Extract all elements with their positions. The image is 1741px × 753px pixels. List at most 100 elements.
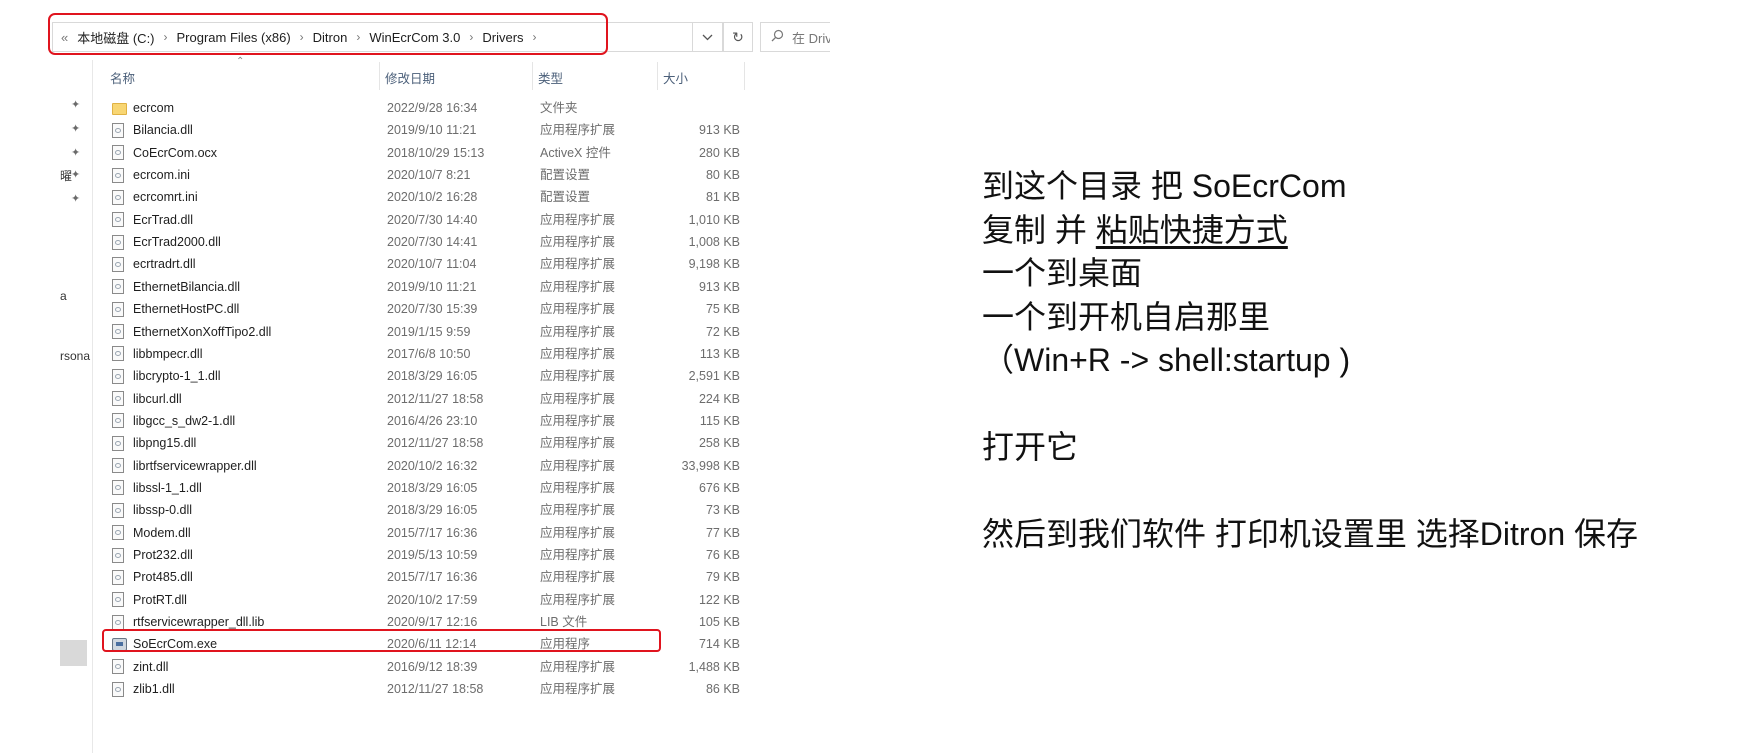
dll-icon — [112, 276, 128, 298]
folder-icon — [112, 97, 128, 119]
file-date: 2012/11/27 18:58 — [387, 682, 484, 697]
column-divider[interactable] — [744, 62, 745, 90]
file-row[interactable]: libgcc_s_dw2-1.dll 2016/4/26 23:10 应用程序扩展 1… — [0, 410, 740, 432]
instruction-line: 一个到开机自启那里 — [982, 298, 1271, 335]
file-type: 应用程序扩展 — [540, 503, 616, 518]
file-row[interactable]: EthernetBilancia.dll 2019/9/10 11:21 应用程序扩… — [0, 276, 740, 298]
file-name: Prot485.dll — [133, 570, 193, 585]
ini-icon — [112, 164, 128, 186]
file-row[interactable]: libpng15.dll 2012/11/27 18:58 应用程序扩展 258 KB — [0, 432, 740, 454]
file-date: 2018/10/29 15:13 — [387, 145, 485, 160]
file-name: zlib1.dll — [133, 682, 175, 697]
file-date: 2019/1/15 9:59 — [387, 324, 471, 339]
file-row[interactable]: zlib1.dll 2012/11/27 18:58 应用程序扩展 86 KB — [0, 678, 740, 700]
file-type: 配置设置 — [540, 168, 591, 183]
dll-icon — [112, 343, 128, 365]
file-row[interactable]: EthernetXonXoffTipo2.dll 2019/1/15 9:59 应用… — [0, 321, 740, 343]
file-type: 应用程序扩展 — [540, 525, 616, 540]
file-row[interactable]: EcrTrad2000.dll 2020/7/30 14:41 应用程序扩展 1,00… — [0, 231, 740, 253]
file-type: 应用程序扩展 — [540, 257, 616, 272]
dll-icon — [112, 298, 128, 320]
file-name: libbmpecr.dll — [133, 346, 203, 361]
dll-icon — [112, 522, 128, 544]
file-row[interactable]: libssp-0.dll 2018/3/29 16:05 应用程序扩展 73 KB — [0, 499, 740, 521]
file-type: 应用程序扩展 — [540, 659, 616, 674]
file-date: 2019/5/13 10:59 — [387, 548, 478, 562]
file-name: librtfservicewrapper.dll — [133, 458, 257, 473]
file-row[interactable]: ecrcom.ini 2020/10/7 8:21 配置设置 80 KB — [0, 164, 740, 186]
file-name: EthernetXonXoffTipo2.dll — [133, 324, 272, 339]
column-header-type[interactable]: 类型 — [538, 66, 563, 88]
file-name: Modem.dll — [133, 525, 191, 540]
file-size: 77 KB — [705, 525, 740, 540]
file-type: ActiveX 控件 — [540, 145, 611, 160]
file-name: ProtRT.dll — [133, 592, 187, 607]
file-size: 1,008 KB — [688, 235, 740, 250]
file-size: 122 KB — [698, 592, 740, 607]
file-date: 2020/10/7 11:04 — [387, 257, 477, 272]
column-header-date[interactable]: 修改日期 — [385, 66, 435, 88]
dll-icon — [112, 477, 128, 499]
file-row[interactable]: EthernetHostPC.dll 2020/7/30 15:39 应用程序扩展 7… — [0, 298, 740, 320]
column-divider[interactable] — [379, 62, 380, 90]
instruction-line: 复制 并 粘贴快捷方式 — [982, 209, 1638, 253]
file-row[interactable]: ecrtradrt.dll 2020/10/7 11:04 应用程序扩展 9,198 … — [0, 253, 740, 275]
dll-icon — [112, 253, 128, 275]
dll-icon — [112, 365, 128, 387]
file-row[interactable]: ecrcomrt.ini 2020/10/2 16:28 配置设置 81 KB — [0, 186, 740, 208]
file-row[interactable]: Prot485.dll 2015/7/17 16:36 应用程序扩展 79 KB — [0, 566, 740, 588]
file-size: 105 KB — [698, 615, 740, 630]
file-row[interactable]: zint.dll 2016/9/12 18:39 应用程序扩展 1,488 KB — [0, 656, 740, 678]
file-name: EcrTrad.dll — [133, 212, 193, 227]
file-size: 80 KB — [705, 168, 740, 183]
file-name: ecrtradrt.dll — [133, 257, 196, 272]
file-date: 2018/3/29 16:05 — [387, 480, 478, 495]
ocx-icon — [112, 142, 128, 164]
file-name: libssp-0.dll — [133, 503, 193, 518]
file-row[interactable]: CoEcrCom.ocx 2018/10/29 15:13 ActiveX 控件 28… — [0, 142, 740, 164]
column-divider[interactable] — [657, 62, 658, 90]
search-box[interactable]: 在 Driv — [760, 22, 830, 52]
column-divider[interactable] — [532, 62, 533, 90]
file-row[interactable]: libcrypto-1_1.dll 2018/3/29 16:05 应用程序扩展 2,… — [0, 365, 740, 387]
file-name: Bilancia.dll — [133, 123, 193, 138]
column-header-size[interactable]: 大小 — [663, 66, 688, 88]
file-name: ecrcom — [133, 101, 174, 115]
file-date: 2018/3/29 16:05 — [387, 369, 478, 384]
file-name: EthernetHostPC.dll — [133, 302, 240, 317]
file-row[interactable]: EcrTrad.dll 2020/7/30 14:40 应用程序扩展 1,010 KB — [0, 209, 740, 231]
column-header-name[interactable]: 名称 — [110, 66, 135, 88]
file-row[interactable]: librtfservicewrapper.dll 2020/10/2 16:32 应… — [0, 455, 740, 477]
file-type: 应用程序扩展 — [540, 436, 616, 451]
file-row[interactable]: libbmpecr.dll 2017/6/8 10:50 应用程序扩展 113 KB — [0, 343, 740, 365]
file-size: 913 KB — [698, 279, 740, 294]
file-row[interactable]: Bilancia.dll 2019/9/10 11:21 应用程序扩展 913 KB — [0, 119, 740, 141]
file-name: Prot232.dll — [133, 548, 193, 562]
file-name: EcrTrad2000.dll — [133, 235, 221, 250]
address-history-dropdown[interactable] — [693, 22, 723, 52]
file-date: 2017/6/8 10:50 — [387, 346, 471, 361]
file-date: 2020/7/30 14:40 — [387, 212, 478, 227]
file-row[interactable]: ProtRT.dll 2020/10/2 17:59 应用程序扩展 122 KB — [0, 589, 740, 611]
file-size: 913 KB — [698, 123, 740, 138]
file-name: zint.dll — [133, 659, 169, 674]
file-date: 2020/10/2 16:32 — [387, 458, 478, 473]
ini-icon — [112, 186, 128, 208]
file-type: 应用程序扩展 — [540, 212, 616, 227]
file-size: 258 KB — [698, 436, 740, 451]
refresh-button[interactable]: ↻ — [723, 22, 753, 52]
instruction-line: （Win+R -> shell:startup ) — [982, 342, 1351, 378]
file-row[interactable]: Prot232.dll 2019/5/13 10:59 应用程序扩展 76 KB — [0, 544, 740, 566]
file-row[interactable]: Modem.dll 2015/7/17 16:36 应用程序扩展 77 KB — [0, 522, 740, 544]
file-size: 73 KB — [705, 503, 740, 518]
file-row[interactable]: libcurl.dll 2012/11/27 18:58 应用程序扩展 224 KB — [0, 388, 740, 410]
row-highlight-box — [102, 629, 661, 652]
file-row[interactable]: libssl-1_1.dll 2018/3/29 16:05 应用程序扩展 676 K… — [0, 477, 740, 499]
file-type: 应用程序扩展 — [540, 592, 616, 607]
file-row[interactable]: ecrcom 2022/9/28 16:34 文件夹 — [0, 97, 740, 119]
file-date: 2020/10/2 16:28 — [387, 190, 478, 205]
sort-ascending-icon: ⌃ — [236, 56, 245, 67]
instruction-line: 打开它 — [982, 429, 1079, 465]
refresh-icon: ↻ — [732, 28, 744, 45]
file-name: libcurl.dll — [133, 391, 182, 406]
